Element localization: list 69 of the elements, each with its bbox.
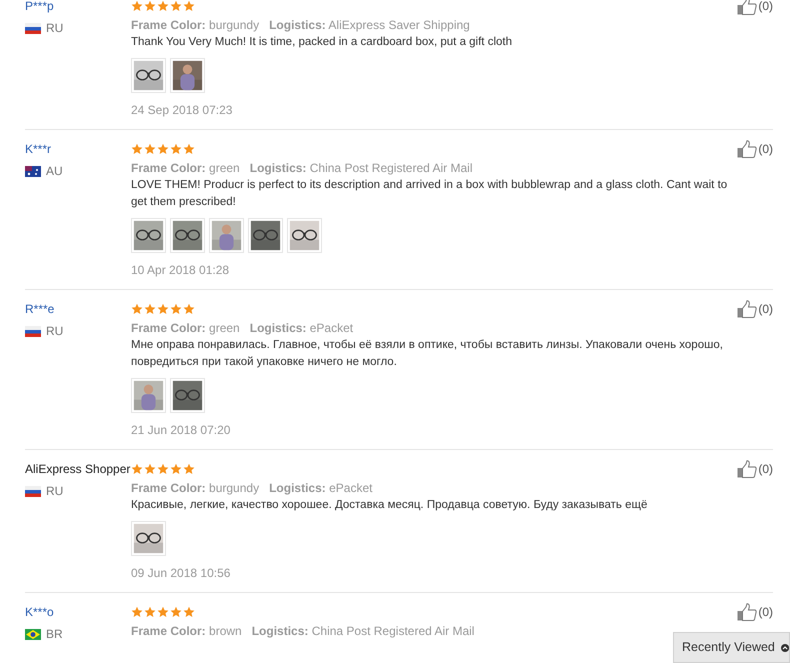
reviewer-name[interactable]: K***o (25, 603, 131, 621)
star-icon (170, 606, 182, 618)
star-icon (183, 143, 195, 155)
frame-color-info: Frame Color: burgundy (131, 17, 260, 34)
country-code: RU (46, 483, 64, 500)
country-code: RU (46, 323, 64, 340)
thumbs-up-icon (737, 460, 758, 478)
star-icon (131, 143, 143, 155)
flag-icon (25, 486, 41, 496)
frame-color-info: Frame Color: green (131, 320, 240, 337)
flag-icon (25, 22, 41, 34)
reviewer-name[interactable]: K***r (25, 140, 131, 158)
review-text: Thank You Very Much! It is time, packed in a cardboard box, put a gift cloth (131, 35, 513, 50)
reviewer-name: AliExpress Shopper (25, 461, 131, 478)
review-date: 24 Sep 2018 07:23 (131, 102, 234, 119)
logistics-info: Logistics: China Post Registered Air Mail (252, 623, 474, 640)
like-button[interactable]: (0) (737, 460, 773, 478)
star-icon (157, 0, 169, 12)
like-button[interactable]: (0) (737, 603, 773, 621)
chevron-up-icon (780, 642, 789, 654)
logistics-info: Logistics: ePacket (250, 320, 354, 337)
star-icon (144, 463, 156, 475)
like-button[interactable]: (0) (737, 0, 773, 15)
star-icon (157, 143, 169, 155)
recently-viewed-tab[interactable]: Recently Viewed (673, 632, 790, 663)
review-text: Красивые, легкие, качество хорошее. Доставка месяц. Продавца советую. Буду заказывать ещё (131, 498, 648, 513)
star-icon (144, 0, 156, 12)
review-date: 21 Jun 2018 07:20 (131, 422, 232, 439)
country-code: RU (46, 20, 64, 37)
star-icon (170, 463, 182, 475)
reviewer-name[interactable]: R***e (25, 300, 131, 318)
star-icon (157, 606, 169, 618)
thumbs-up-icon (737, 300, 758, 318)
star-icon (131, 303, 143, 315)
star-icon (144, 143, 156, 155)
star-icon (144, 303, 156, 315)
flag-icon (25, 166, 41, 176)
country-code: AU (46, 163, 63, 180)
reviewer-name[interactable]: P***p (25, 0, 131, 15)
review-date: 10 Apr 2018 01:28 (131, 262, 230, 279)
country-code: BR (46, 626, 63, 643)
star-icon (183, 0, 195, 12)
frame-color-info: Frame Color: green (131, 160, 240, 177)
star-icon (157, 463, 169, 475)
star-icon (144, 606, 156, 618)
star-icon (157, 303, 169, 315)
review-text: Мне оправа понравилась. Главное, чтобы её взяли в оптике, чтобы вставить линзы. Упаковали очень хорошо, повредиться при такой упаковке ничего не могло. (131, 338, 724, 370)
star-icon (131, 0, 143, 12)
like-button[interactable]: (0) (737, 140, 773, 158)
flag-icon (25, 628, 41, 640)
logistics-info: Logistics: ePacket (269, 480, 372, 497)
star-icon (170, 143, 182, 155)
star-icon (183, 606, 195, 618)
logistics-info: Logistics: China Post Registered Air Mail (250, 160, 472, 177)
star-icon (183, 463, 195, 475)
like-button[interactable]: (0) (737, 300, 773, 318)
frame-color-info: Frame Color: burgundy (131, 480, 260, 497)
star-icon (170, 303, 182, 315)
review-date: 09 Jun 2018 10:56 (131, 565, 232, 582)
star-icon (183, 303, 195, 315)
logistics-info: Logistics: AliExpress Saver Shipping (269, 17, 470, 34)
thumbs-up-icon (737, 140, 758, 158)
thumbs-up-icon (737, 603, 758, 621)
frame-color-info: Frame Color: brown (131, 623, 242, 640)
star-icon (131, 463, 143, 475)
star-icon (131, 606, 143, 618)
review-text: LOVE THEM! Producr is perfect to its description and arrived in a box with bubblewrap and a glass cloth. Cant wait to get them prescribed! (131, 178, 728, 210)
star-icon (170, 0, 182, 12)
flag-icon (25, 326, 41, 336)
